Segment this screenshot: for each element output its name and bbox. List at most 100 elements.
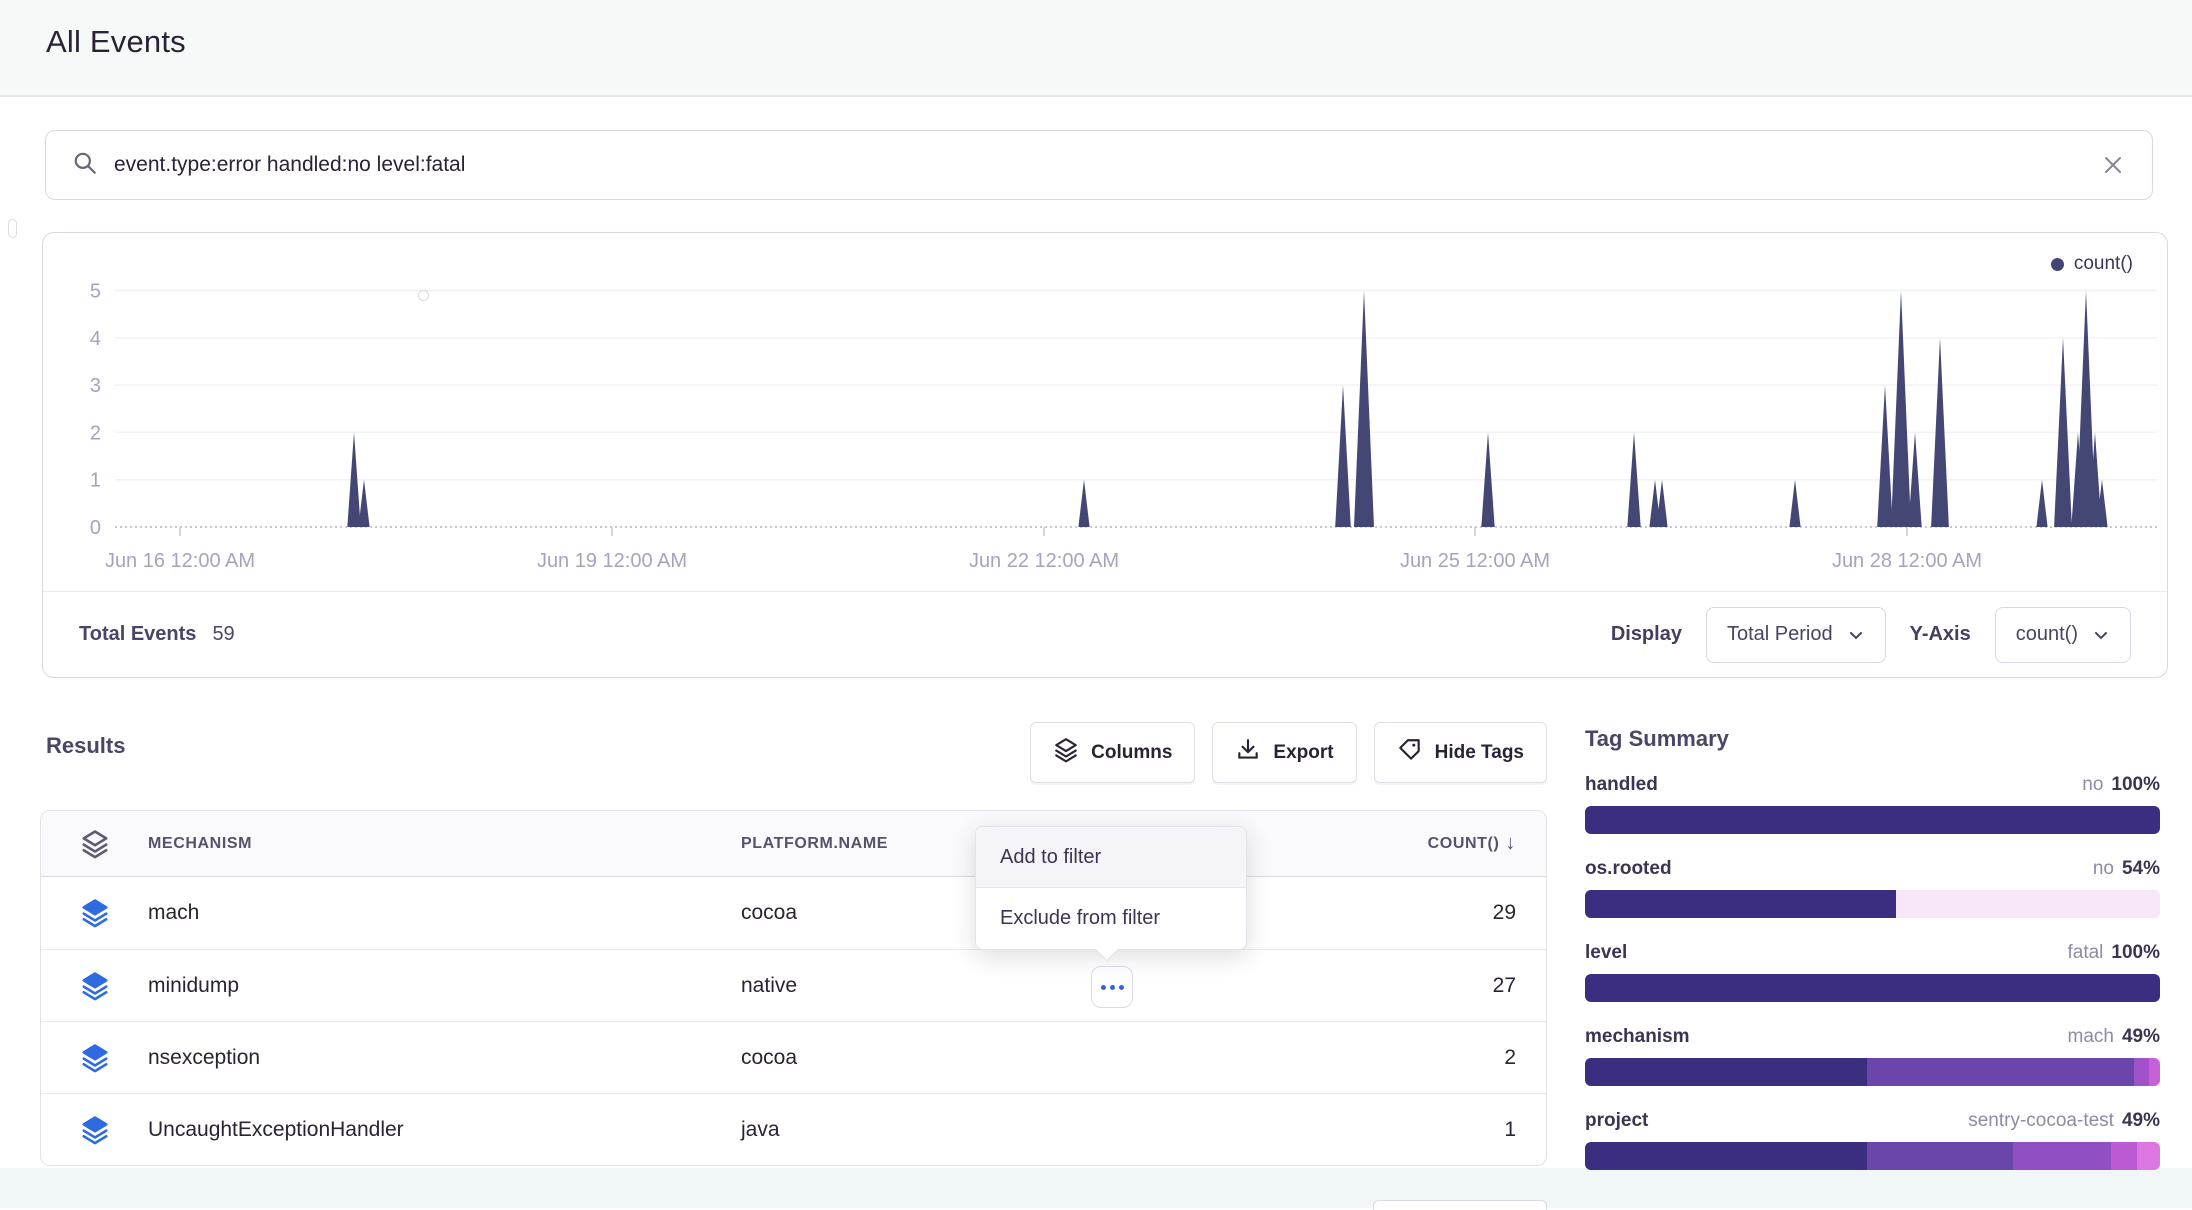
sort-desc-icon: ↓: [1505, 832, 1516, 855]
chart-spike: [1656, 480, 1667, 527]
tag-distribution-bar[interactable]: [1585, 1058, 2160, 1086]
tag-bar-segment[interactable]: [2137, 1142, 2160, 1170]
svg-text:Jun 28 12:00 AM: Jun 28 12:00 AM: [1832, 550, 1982, 572]
cell-count[interactable]: 2: [1504, 1046, 1546, 1070]
search-input[interactable]: [114, 153, 2096, 177]
chart-legend[interactable]: count(): [2051, 253, 2133, 275]
page-title: All Events: [46, 24, 186, 60]
tag-bar-segment[interactable]: [1585, 1142, 1867, 1170]
tag-summary-item: level fatal 100%: [1585, 942, 2160, 1002]
legend-label: count(): [2074, 253, 2133, 275]
tag-top-value: fatal: [2067, 942, 2103, 964]
tag-bar-segment[interactable]: [1867, 1058, 2134, 1086]
tag-percent: 54%: [2122, 858, 2160, 880]
svg-text:Jun 22 12:00 AM: Jun 22 12:00 AM: [969, 550, 1119, 572]
svg-text:5: 5: [90, 281, 101, 303]
chart-spike: [1877, 385, 1893, 527]
svg-text:Jun 16 12:00 AM: Jun 16 12:00 AM: [105, 550, 255, 572]
tag-name: project: [1585, 1110, 1648, 1132]
yaxis-select[interactable]: count(): [1995, 607, 2131, 663]
menu-item-exclude-from-filter[interactable]: Exclude from filter: [976, 888, 1246, 949]
cell-count[interactable]: 29: [1493, 901, 1546, 925]
display-select[interactable]: Total Period: [1706, 607, 1886, 663]
tag-percent: 100%: [2111, 942, 2160, 964]
cell-platform[interactable]: java: [741, 1118, 1221, 1142]
table-row: minidumpnative 27: [41, 949, 1546, 1021]
tag-name: os.rooted: [1585, 858, 1672, 880]
tag-summary-title: Tag Summary: [1585, 726, 2160, 752]
tag-bar-segment[interactable]: [1585, 974, 2160, 1002]
search-bar[interactable]: [45, 130, 2153, 200]
stack-icon: [41, 1115, 148, 1145]
tag-bar-segment[interactable]: [1896, 890, 2161, 918]
tag-distribution-bar[interactable]: [1585, 806, 2160, 834]
cell-mechanism[interactable]: nsexception: [148, 1046, 741, 1070]
cell-platform[interactable]: cocoa: [741, 1046, 1221, 1070]
cell-mechanism[interactable]: minidump: [148, 974, 741, 998]
app-header: All Events: [0, 0, 2192, 97]
tag-bar-segment[interactable]: [2149, 1058, 2161, 1086]
release-marker-icon: [418, 290, 429, 301]
stack-icon[interactable]: [41, 829, 148, 859]
clear-search-icon[interactable]: [2096, 148, 2130, 182]
tag-top-value: no: [2093, 858, 2114, 880]
pagination-button[interactable]: [1373, 1200, 1547, 1210]
tag-top-value: mach: [2068, 1026, 2114, 1048]
tag-top-value: sentry-cocoa-test: [1968, 1110, 2114, 1132]
tag-distribution-bar[interactable]: [1585, 890, 2160, 918]
tag-percent: 49%: [2122, 1026, 2160, 1048]
download-icon: [1235, 737, 1261, 769]
table-row: nsexceptioncocoa 2: [41, 1021, 1546, 1093]
tag-bar-segment[interactable]: [2111, 1142, 2137, 1170]
chart-spike: [1891, 291, 1911, 528]
row-actions-button[interactable]: [1091, 966, 1133, 1008]
chart-spike: [358, 480, 369, 527]
tag-bar-segment[interactable]: [1585, 890, 1896, 918]
tag-bar-segment[interactable]: [1867, 1142, 2014, 1170]
display-value: Total Period: [1727, 623, 1833, 646]
tag-bar-segment[interactable]: [1585, 806, 2160, 834]
table-row: UncaughtExceptionHandlerjava 1: [41, 1093, 1546, 1165]
chart-footer: Total Events 59 Display Total Period Y-A…: [43, 591, 2167, 677]
yaxis-label: Y-Axis: [1910, 623, 1971, 646]
tag-summary-item: project sentry-cocoa-test 49%: [1585, 1110, 2160, 1170]
svg-text:2: 2: [90, 422, 101, 444]
search-icon: [72, 150, 98, 181]
columns-button[interactable]: Columns: [1030, 722, 1195, 783]
hide-tags-button[interactable]: Hide Tags: [1374, 722, 1547, 783]
tag-summary-item: handledno100%: [1585, 774, 2160, 834]
tag-summary-item: os.rooted no 54%: [1585, 858, 2160, 918]
yaxis-value: count(): [2016, 623, 2078, 646]
scroll-handle: [8, 219, 17, 238]
tag-distribution-bar[interactable]: [1585, 974, 2160, 1002]
tag-percent: 49%: [2122, 1110, 2160, 1132]
svg-text:0: 0: [90, 517, 101, 539]
tag-bar-segment[interactable]: [2134, 1058, 2148, 1086]
chart-spike: [2036, 480, 2047, 527]
stack-icon: [41, 898, 148, 928]
tag-icon: [1397, 737, 1423, 769]
column-header-mechanism[interactable]: MECHANISM: [148, 835, 741, 853]
tag-distribution-bar[interactable]: [1585, 1142, 2160, 1170]
cell-count[interactable]: 27: [1493, 974, 1546, 998]
stack-icon: [41, 971, 148, 1001]
cell-mechanism[interactable]: mach: [148, 901, 741, 925]
tag-name: level: [1585, 942, 1627, 964]
svg-text:3: 3: [90, 375, 101, 397]
results-toolbar: Columns Export Hide Tags: [1030, 722, 1547, 783]
chevron-down-icon: [2092, 626, 2110, 644]
chart-spike: [1078, 480, 1089, 527]
svg-text:Jun 19 12:00 AM: Jun 19 12:00 AM: [537, 550, 687, 572]
menu-item-add-to-filter[interactable]: Add to filter: [976, 827, 1246, 888]
cell-mechanism[interactable]: UncaughtExceptionHandler: [148, 1118, 741, 1142]
total-events-value: 59: [212, 623, 234, 646]
tag-bar-segment[interactable]: [1585, 1058, 1867, 1086]
cell-platform[interactable]: native: [741, 974, 1221, 998]
tag-bar-segment[interactable]: [2013, 1142, 2111, 1170]
column-header-count[interactable]: COUNT() ↓: [1428, 832, 1546, 855]
display-label: Display: [1611, 623, 1682, 646]
cell-count[interactable]: 1: [1504, 1118, 1546, 1142]
chart-spike: [1335, 385, 1351, 527]
export-button[interactable]: Export: [1212, 722, 1356, 783]
tag-name: handled: [1585, 774, 1658, 796]
